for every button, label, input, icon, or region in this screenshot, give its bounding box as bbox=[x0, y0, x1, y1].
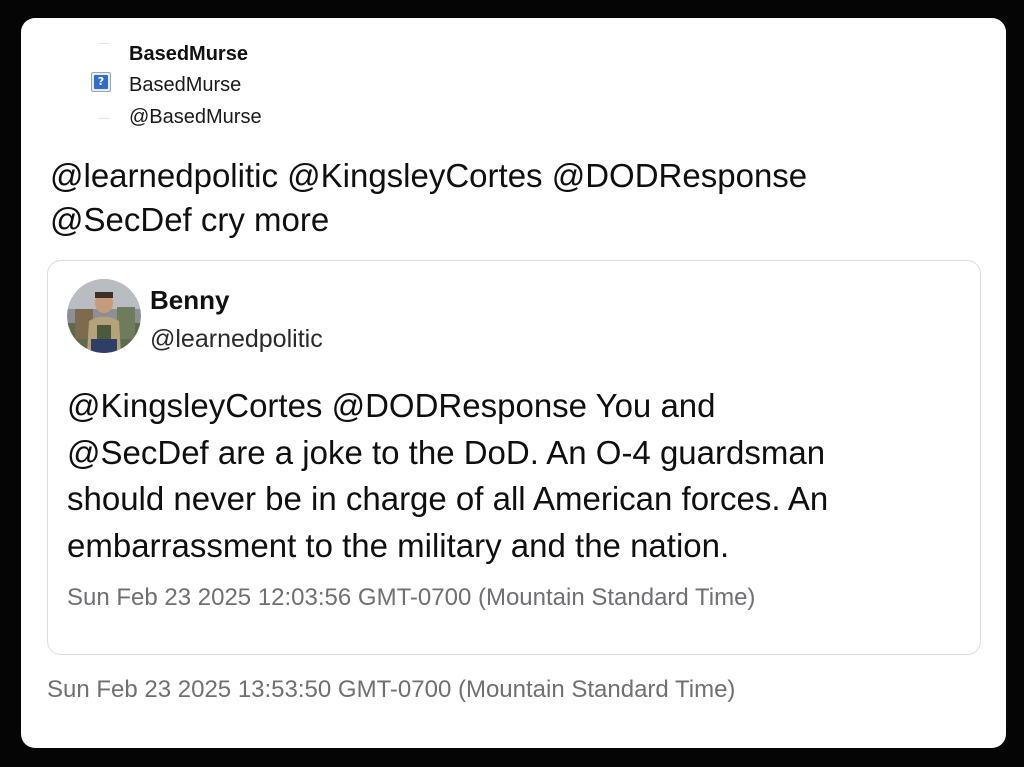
quoted-tweet-text: @KingsleyCortes @DODResponse You and @Se… bbox=[67, 383, 967, 569]
author-handle[interactable]: @BasedMurse bbox=[129, 106, 262, 129]
broken-image-icon[interactable]: ? bbox=[91, 72, 111, 92]
tweet-timestamp[interactable]: Sun Feb 23 2025 13:53:50 GMT-0700 (Mount… bbox=[47, 676, 735, 704]
divider bbox=[98, 43, 110, 44]
tweet-card: ? BasedMurse BasedMurse @BasedMurse @lea… bbox=[21, 18, 1006, 748]
quoted-text-line: @KingsleyCortes @DODResponse You and bbox=[67, 387, 716, 424]
user-photo-avatar[interactable] bbox=[67, 279, 141, 353]
tweet-text-line: @SecDef cry more bbox=[50, 201, 330, 238]
tweet-text-line: @learnedpolitic @KingsleyCortes @DODResp… bbox=[50, 157, 808, 194]
quoted-tweet-timestamp[interactable]: Sun Feb 23 2025 12:03:56 GMT-0700 (Mount… bbox=[67, 584, 755, 612]
quoted-text-line: embarrassment to the military and the na… bbox=[67, 526, 730, 564]
divider bbox=[98, 118, 110, 119]
tweet-author[interactable]: ? BasedMurse BasedMurse @BasedMurse bbox=[21, 18, 421, 158]
quoted-text-line: @SecDef are a joke to the DoD. An O-4 gu… bbox=[67, 433, 826, 471]
author-name: BasedMurse bbox=[129, 74, 242, 96]
quoted-author-name[interactable]: Benny bbox=[150, 285, 229, 316]
quoted-tweet[interactable]: Benny @learnedpolitic @KingsleyCortes @D… bbox=[47, 260, 981, 655]
author-display-name[interactable]: BasedMurse bbox=[129, 43, 248, 66]
avatar-photo bbox=[67, 279, 141, 353]
quoted-author-handle[interactable]: @learnedpolitic bbox=[150, 325, 323, 354]
tweet-text: @learnedpolitic @KingsleyCortes @DODResp… bbox=[50, 154, 970, 242]
quoted-text-line: should never be in charge of all America… bbox=[67, 480, 829, 517]
